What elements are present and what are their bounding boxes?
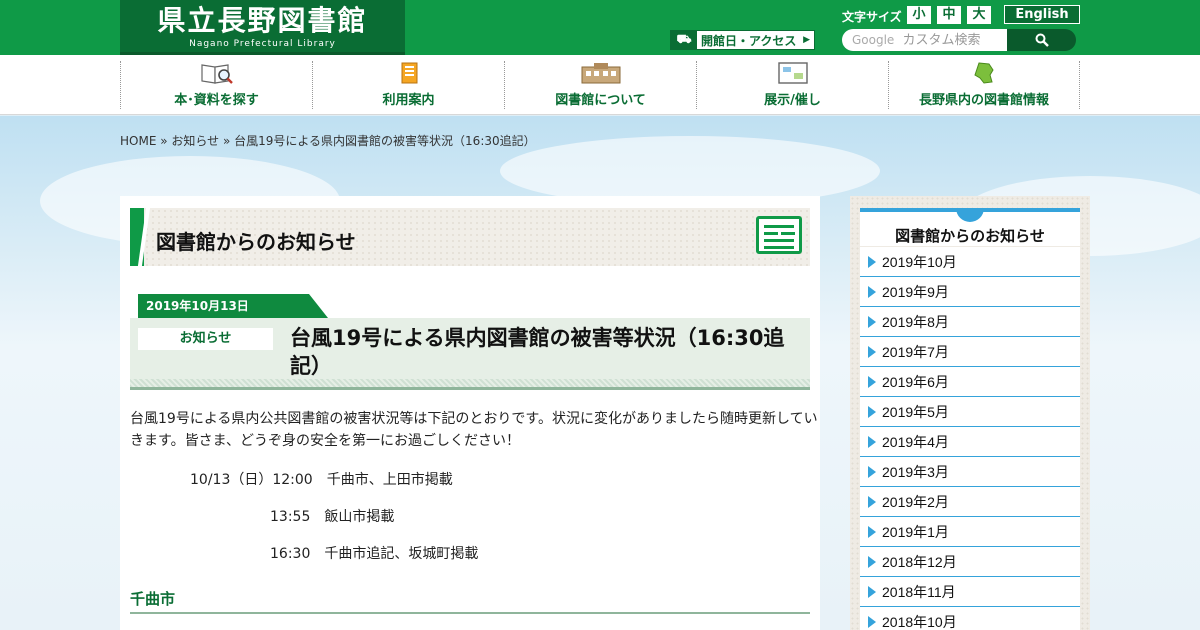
archive-label: 2019年4月 [882,433,949,450]
archive-item[interactable]: 2018年12月 [860,547,1080,577]
nav-label: 利用案内 [382,93,435,108]
search-input[interactable]: Google カスタム検索 [842,29,1008,51]
search-brand: Google [852,33,895,47]
article-date: 2019年10月13日 [138,294,328,318]
search-icon [1035,33,1049,47]
archive-label: 2018年12月 [882,553,957,570]
archive-label: 2018年10月 [882,613,957,630]
chevron-right-icon [868,345,876,358]
nav-item-guide[interactable]: 利用案内 [312,61,504,109]
nav-item-about[interactable]: 図書館について [504,61,696,109]
fontsize-medium-button[interactable]: 中 [937,6,961,24]
article-header: お知らせ 台風19号による県内図書館の被害等状況（16:30追記） [130,318,810,390]
chevron-right-icon [868,495,876,508]
archive-item[interactable]: 2019年2月 [860,487,1080,517]
article-body: 台風19号による県内公共図書館の被害状況等は下記のとおりです。状況に変化がありま… [130,411,818,449]
section-title: 図書館からのお知らせ [156,230,356,254]
chevron-right-icon [868,585,876,598]
nav-item-events[interactable]: 展示/催し [696,61,888,109]
chevron-right-icon [868,405,876,418]
archive-item[interactable]: 2019年4月 [860,427,1080,457]
nav-label: 展示/催し [764,93,821,108]
article-title: 台風19号による県内図書館の被害等状況（16:30追記） [290,326,785,378]
archive-label: 2019年5月 [882,403,949,420]
archive-label: 2019年8月 [882,313,949,330]
archive-list: 2019年10月 2019年9月 2019年8月 2019年7月 2019年6月… [860,247,1080,630]
fontsize-label: 文字サイズ [842,10,902,24]
archive-label: 2019年6月 [882,373,949,390]
archive-item[interactable]: 2018年10月 [860,607,1080,630]
chevron-right-icon [868,465,876,478]
archive-item[interactable]: 2019年5月 [860,397,1080,427]
main-content: 図書館からのお知らせ 2019年10月13日 お知らせ 台風19号による県内図書… [120,196,820,630]
nav-label: 本･資料を探す [174,93,259,108]
logo-subtitle: Nagano Prefectural Library [189,39,336,49]
archive-label: 2019年9月 [882,283,949,300]
archive-item[interactable]: 2018年11月 [860,577,1080,607]
sidebar-title: 図書館からのお知らせ [895,227,1045,245]
archive-label: 2019年10月 [882,253,957,270]
van-icon: ⛟ [671,31,697,49]
archive-item[interactable]: 2019年6月 [860,367,1080,397]
breadcrumb-news[interactable]: お知らせ [171,134,219,148]
breadcrumb: HOME » お知らせ » 台風19号による県内図書館の被害等状況（16:30追… [120,132,536,149]
subhead-chikuma: 千曲市 [130,588,810,614]
archive-item[interactable]: 2019年7月 [860,337,1080,367]
access-button[interactable]: ⛟ 開館日・アクセス ▶ [670,30,815,50]
archive-item[interactable]: 2019年9月 [860,277,1080,307]
archive-label: 2018年11月 [882,583,956,600]
archive-label: 2019年3月 [882,463,949,480]
chevron-right-icon [868,435,876,448]
english-button[interactable]: English [1004,5,1080,24]
arrow-right-icon: ▶ [803,35,810,45]
archive-label: 2019年1月 [882,523,949,540]
logo-title: 県立長野図書館 [157,4,368,37]
site-logo[interactable]: 県立長野図書館 Nagano Prefectural Library [120,0,405,55]
sidebar: 図書館からのお知らせ 2019年10月 2019年9月 2019年8月 2019… [850,196,1090,630]
search-button[interactable] [1007,29,1076,51]
archive-item[interactable]: 2019年8月 [860,307,1080,337]
access-label: 開館日・アクセス [701,33,797,48]
archive-item[interactable]: 2019年3月 [860,457,1080,487]
site-header: 県立長野図書館 Nagano Prefectural Library ⛟ 開館日… [0,0,1200,55]
chevron-right-icon [868,555,876,568]
sidebar-header: 図書館からのお知らせ [860,208,1080,246]
category-badge[interactable]: お知らせ [138,328,273,350]
board-icon [777,62,808,84]
nagano-map-icon [974,62,994,84]
news-icon [756,216,802,254]
breadcrumb-separator: » [219,134,235,148]
archive-label: 2019年2月 [882,493,949,510]
archive-label: 2019年7月 [882,343,949,360]
book-search-icon [200,64,233,84]
global-nav: 本･資料を探す 利用案内 図書館について 展示/催し 長野県内の図書館情報 [0,55,1200,115]
nav-label: 長野県内の図書館情報 [918,93,1049,108]
section-header: 図書館からのお知らせ [130,208,810,266]
chevron-right-icon [868,615,876,628]
chevron-right-icon [868,375,876,388]
chevron-right-icon [868,255,876,268]
breadcrumb-separator: » [156,134,172,148]
nav-item-prefecture[interactable]: 長野県内の図書館情報 [888,61,1080,109]
fontsize-small-button[interactable]: 小 [907,6,931,24]
fontsize-large-button[interactable]: 大 [967,6,991,24]
nav-item-search[interactable]: 本･資料を探す [120,61,312,109]
update-line: 16:30 千曲市追記、坂城町掲載 [270,546,479,562]
archive-item[interactable]: 2019年1月 [860,517,1080,547]
building-icon [581,63,620,84]
update-line: 10/13（日）12:00 千曲市、上田市掲載 [190,472,453,488]
archive-item[interactable]: 2019年10月 [860,247,1080,277]
chevron-right-icon [868,285,876,298]
update-line: 13:55 飯山市掲載 [270,509,395,525]
breadcrumb-current: 台風19号による県内図書館の被害等状況（16:30追記） [234,134,536,148]
chevron-right-icon [868,315,876,328]
search-placeholder: カスタム検索 [902,33,981,48]
breadcrumb-home[interactable]: HOME [120,134,156,148]
notebook-icon [401,62,417,84]
nav-label: 図書館について [555,93,646,108]
chevron-right-icon [868,525,876,538]
